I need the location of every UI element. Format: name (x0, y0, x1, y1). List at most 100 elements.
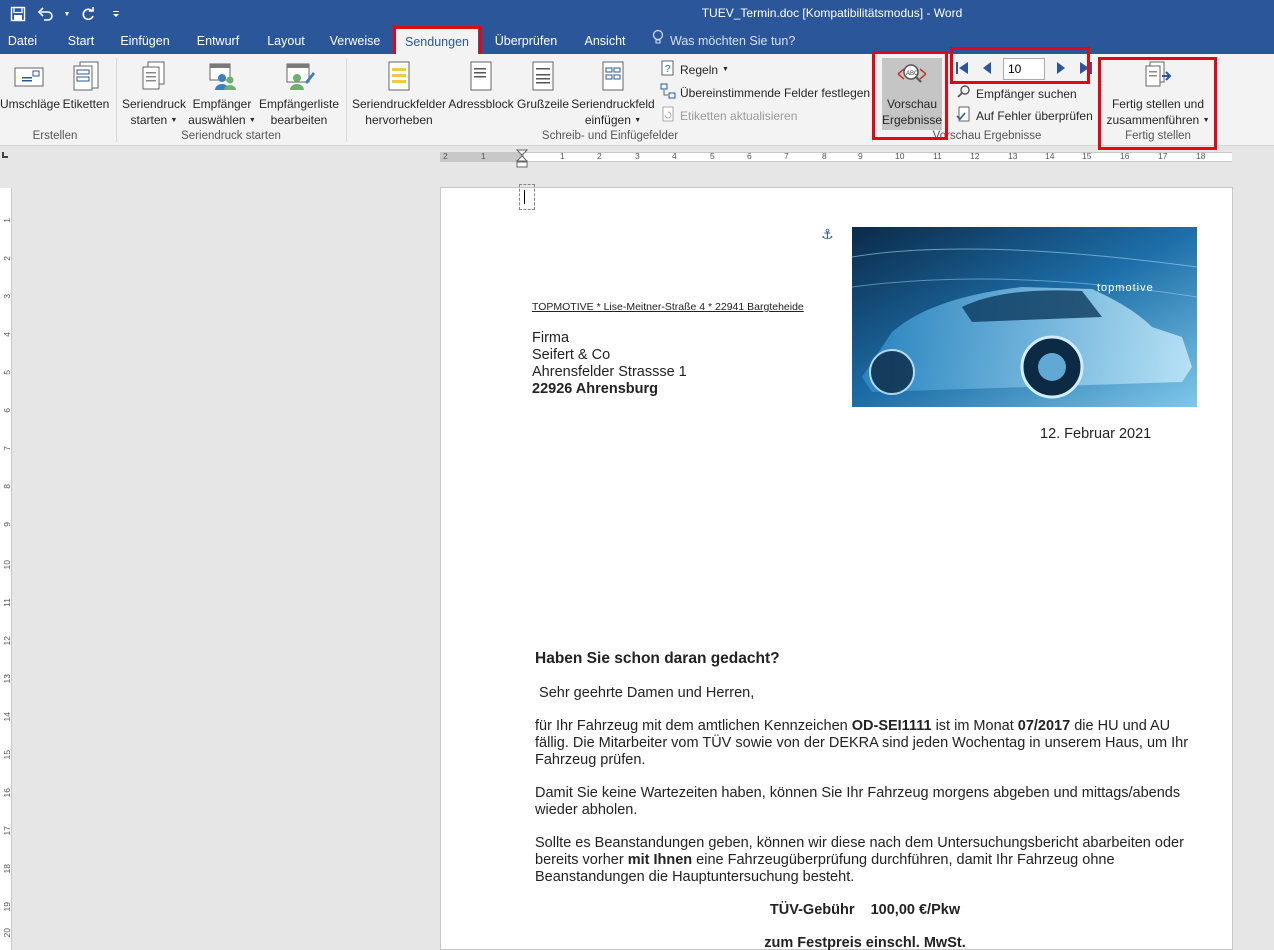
title-bar: ▼ TUEV_Termin.doc [Kompatibilitätsmodus]… (0, 0, 1274, 28)
envelope-icon (13, 60, 45, 92)
ruler-tick: 17 (1158, 151, 1168, 161)
update-labels-icon (660, 106, 676, 125)
ruler-tick: 2 (443, 151, 448, 161)
regeln-button[interactable]: ? Regeln ▼ (660, 60, 729, 79)
ruler-tick: 17 (2, 826, 12, 836)
address-line: Ahrensfelder Strassse 1 (532, 364, 687, 380)
document-page[interactable]: ⚓ topmotive TOPMOTIVE * Lise-Meitner-Str… (440, 184, 1233, 950)
ruler-tick: 18 (1196, 151, 1206, 161)
letter-heading: Haben Sie schon daran gedacht? (535, 650, 780, 667)
text-run: für Ihr Fahrzeug mit dem amtlichen Kennz… (535, 718, 852, 734)
ruler-tick: 12 (970, 151, 980, 161)
text-run: ist im Monat (931, 718, 1018, 734)
ruler-tick: 4 (2, 332, 12, 337)
tell-me-search[interactable]: Was möchten Sie tun? (652, 28, 795, 54)
ruler-tick: 7 (784, 151, 789, 161)
umschlaege-button[interactable]: Umschläge (0, 60, 60, 112)
ruler-tick: 13 (1008, 151, 1018, 161)
ruler-tick: 2 (597, 151, 602, 161)
empfaenger-auswaehlen-button[interactable]: Empfänger auswählen ▼ (188, 60, 256, 129)
tab-verweise[interactable]: Verweise (324, 28, 386, 54)
fee-line: TÜV-Gebühr 100,00 €/Pkw (769, 902, 961, 918)
ruler-tick: 8 (822, 151, 827, 161)
address-line: Seifert & Co (532, 347, 611, 363)
tab-start[interactable]: Start (58, 28, 104, 54)
dropdown-arrow-icon: ▼ (722, 66, 729, 73)
fehler-ueberpruefen-button[interactable]: Auf Fehler überprüfen (956, 106, 1093, 125)
text-caret (524, 190, 525, 204)
etiketten-button[interactable]: Etiketten (60, 60, 112, 112)
ruler-tick: 9 (2, 522, 12, 527)
felder-festlegen-button[interactable]: Übereinstimmende Felder festlegen (660, 83, 870, 102)
ruler-tick: 14 (1045, 151, 1055, 161)
letter-date: 12. Februar 2021 (1040, 426, 1152, 442)
highlight-fields-icon (383, 60, 415, 92)
tab-einfuegen[interactable]: Einfügen (114, 28, 176, 54)
tab-selector[interactable] (2, 152, 8, 158)
ruler-tick: 12 (2, 636, 12, 646)
seriendruck-label-2: starten (130, 113, 168, 127)
hervorheben-label-2: hervorheben (365, 113, 433, 127)
ruler-tick: 15 (1082, 151, 1092, 161)
felder-festlegen-label: Übereinstimmende Felder festlegen (680, 85, 871, 100)
regeln-label: Regeln (680, 62, 719, 77)
ruler-tick: 20 (2, 928, 12, 938)
empfaenger-suchen-button[interactable]: Empfänger suchen (956, 84, 1077, 103)
group-label-seriendruck-starten: Seriendruck starten (181, 130, 281, 142)
ruler-tick: 16 (1120, 151, 1130, 161)
empfaengerliste-label-2: bearbeiten (270, 113, 328, 127)
text-cursor-frame[interactable] (519, 184, 535, 210)
empfaengerliste-bearbeiten-button[interactable]: Empfängerliste bearbeiten (258, 60, 340, 128)
seriendruck-label-1: Seriendruck (121, 97, 187, 111)
ruler-tick: 1 (2, 218, 12, 223)
ruler-tick: 6 (747, 151, 752, 161)
greeting-line-icon (527, 60, 559, 92)
seriendruck-starten-button[interactable]: Seriendruck starten ▼ (120, 60, 188, 129)
group-label-schreib: Schreib- und Einfügefelder (541, 130, 679, 142)
ruler-tick: 1 (560, 151, 565, 161)
recipients-icon (206, 60, 238, 92)
car-logo-image: topmotive (852, 227, 1197, 407)
ruler-tick: 18 (2, 864, 12, 874)
ruler-tick: 5 (2, 370, 12, 375)
tab-layout[interactable]: Layout (259, 28, 313, 54)
anchor-icon: ⚓ (821, 226, 834, 242)
empfaenger-label-2: auswählen (188, 113, 246, 127)
inspection-month-field: 07/2017 (1017, 718, 1071, 734)
ruler-tick: 3 (635, 151, 640, 161)
logo-text: topmotive (1097, 282, 1154, 294)
letter-body: Haben Sie schon daran gedacht? Sehr geeh… (535, 650, 1195, 950)
labels-icon (70, 60, 102, 92)
ruler-tick: 10 (2, 560, 12, 570)
grusszeile-label: Grußzeile (516, 97, 569, 111)
ruler-tick: 4 (672, 151, 677, 161)
tab-ueberpruefen[interactable]: Überprüfen (488, 28, 564, 54)
salutation: Sehr geehrte Damen und Herren, (535, 685, 755, 701)
ruler-tick: 10 (895, 151, 905, 161)
empfaengerliste-label-1: Empfängerliste (258, 97, 340, 111)
sendungen-tab-highlight (393, 26, 482, 57)
seriendruckfeld-einfuegen-button[interactable]: Seriendruckfeld einfügen ▼ (570, 60, 656, 129)
rules-icon: ? (660, 60, 676, 79)
check-errors-icon (956, 106, 972, 125)
ruler-tick: 2 (2, 256, 12, 261)
insert-merge-field-icon (597, 60, 629, 92)
ruler-tick: 8 (2, 484, 12, 489)
seriendruckfelder-hervorheben-button[interactable]: Seriendruckfelder hervorheben (350, 60, 448, 128)
grusszeile-button[interactable]: Grußzeile (516, 60, 570, 112)
seriendruckfeld-label-1: Seriendruckfeld (571, 97, 655, 111)
tab-ansicht[interactable]: Ansicht (576, 28, 634, 54)
mail-merge-doc-icon (138, 60, 170, 92)
tab-datei[interactable]: Datei (0, 28, 45, 54)
adressblock-label: Adressblock (448, 97, 514, 111)
recipient-address: Firma Seifert & Co Ahrensfelder Strassse… (532, 330, 687, 398)
adressblock-button[interactable]: Adressblock (448, 60, 514, 112)
indent-marker-icon[interactable] (515, 149, 529, 169)
tell-me-label: Was möchten Sie tun? (670, 34, 796, 48)
ruler-tick: 9 (858, 151, 863, 161)
tab-entwurf[interactable]: Entwurf (188, 28, 248, 54)
ruler-tick: 11 (2, 598, 12, 607)
etiketten-aktualisieren-button[interactable]: Etiketten aktualisieren (660, 106, 797, 125)
ruler-tick: 6 (2, 408, 12, 413)
lightbulb-icon (652, 28, 664, 54)
